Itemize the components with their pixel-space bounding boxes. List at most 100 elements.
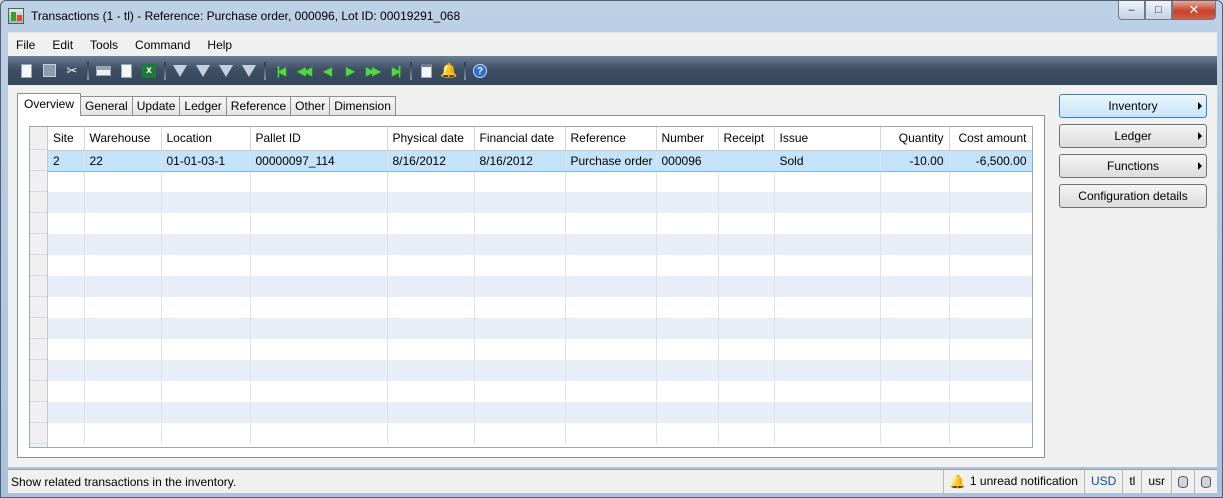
cell-warehouse[interactable]: 22 [84, 149, 162, 172]
row-selector[interactable] [30, 423, 47, 444]
column-header-reference[interactable]: Reference [565, 127, 657, 151]
row-selector[interactable] [30, 192, 47, 213]
last-record-button[interactable]: ▶| [385, 61, 405, 81]
ledger-button[interactable]: Ledger [1059, 124, 1207, 148]
tab-strip: Overview General Update Ledger Reference… [17, 93, 396, 116]
document-handling-button[interactable] [416, 61, 436, 81]
new-button[interactable] [16, 61, 36, 81]
menu-command[interactable]: Command [127, 33, 199, 57]
tab-reference[interactable]: Reference [225, 96, 292, 116]
cell-pallet-id[interactable]: 00000097_114 [250, 149, 388, 172]
functions-button[interactable]: Functions [1059, 154, 1207, 178]
server-icon [1201, 475, 1211, 488]
row-selector[interactable] [30, 402, 47, 423]
previous-record-button[interactable]: ◀ [316, 61, 336, 81]
first-record-icon: |◀ [276, 63, 286, 78]
column-header-receipt[interactable]: Receipt [718, 127, 775, 151]
database-indicator[interactable] [1171, 470, 1194, 493]
column-header-number[interactable]: Number [656, 127, 719, 151]
empty-row [48, 297, 1032, 318]
minimize-button[interactable]: – [1118, 1, 1145, 20]
previous-page-button[interactable]: ◀◀ [293, 61, 313, 81]
inventory-button[interactable]: Inventory [1059, 94, 1207, 118]
column-header-warehouse[interactable]: Warehouse [84, 127, 162, 151]
advanced-filter-button[interactable] [216, 61, 236, 81]
company-indicator[interactable]: tl [1122, 470, 1141, 493]
row-selector[interactable] [30, 360, 47, 381]
action-pane: Inventory Ledger Functions Configuration… [1059, 94, 1207, 214]
submenu-arrow-icon [1198, 102, 1202, 110]
next-record-button[interactable]: ▶ [339, 61, 359, 81]
column-header-physical-date[interactable]: Physical date [387, 127, 475, 151]
tab-other[interactable]: Other [290, 96, 331, 116]
column-header-issue[interactable]: Issue [774, 127, 881, 151]
column-header-location[interactable]: Location [161, 127, 251, 151]
row-selector[interactable] [30, 339, 47, 360]
row-selector[interactable] [30, 255, 47, 276]
alerts-button[interactable]: 🔔 [439, 61, 459, 81]
maximize-button[interactable]: □ [1145, 1, 1172, 20]
maximize-icon: □ [1155, 4, 1162, 16]
cell-site[interactable]: 2 [48, 149, 85, 172]
row-selector[interactable] [30, 171, 47, 192]
help-button[interactable]: ? [470, 61, 490, 81]
next-page-button[interactable]: ▶▶ [362, 61, 382, 81]
filter-by-selection-button[interactable] [193, 61, 213, 81]
cell-quantity[interactable]: -10.00 [880, 149, 950, 172]
currency-indicator[interactable]: USD [1083, 470, 1122, 493]
menu-file[interactable]: File [8, 33, 44, 57]
notification-indicator[interactable]: 🔔 1 unread notification [942, 470, 1084, 493]
menu-help[interactable]: Help [199, 33, 241, 57]
transactions-window: Transactions (1 - tl) - Reference: Purch… [0, 0, 1223, 498]
database-icon [1178, 475, 1188, 488]
table-row[interactable]: 2 22 01-01-03-1 00000097_114 8/16/2012 8… [48, 149, 1032, 172]
user-indicator[interactable]: usr [1141, 470, 1171, 493]
delete-button[interactable]: ✂ [62, 61, 82, 81]
cell-physical-date[interactable]: 8/16/2012 [387, 149, 475, 172]
print-preview-button[interactable] [116, 61, 136, 81]
menu-edit[interactable]: Edit [44, 33, 82, 57]
first-record-button[interactable]: |◀ [270, 61, 290, 81]
column-header-pallet-id[interactable]: Pallet ID [250, 127, 388, 151]
row-selector[interactable] [30, 150, 47, 171]
cell-location[interactable]: 01-01-03-1 [161, 149, 251, 172]
row-selector[interactable] [30, 297, 47, 318]
row-selector[interactable] [30, 234, 47, 255]
save-button[interactable] [39, 61, 59, 81]
cell-financial-date[interactable]: 8/16/2012 [474, 149, 566, 172]
print-preview-icon [120, 63, 132, 78]
toolbar-separator [87, 61, 89, 80]
form-content: Overview General Update Ledger Reference… [8, 85, 1217, 467]
filter-by-field-button[interactable] [170, 61, 190, 81]
export-excel-button[interactable]: x [139, 61, 159, 81]
column-header-financial-date[interactable]: Financial date [474, 127, 566, 151]
filter-icon [173, 64, 187, 77]
menu-tools[interactable]: Tools [82, 33, 127, 57]
row-selector[interactable] [30, 381, 47, 402]
tab-dimension[interactable]: Dimension [329, 96, 396, 116]
print-button[interactable] [93, 61, 113, 81]
close-button[interactable]: ✕ [1172, 1, 1216, 20]
tab-update[interactable]: Update [131, 96, 181, 116]
row-selector[interactable] [30, 276, 47, 297]
row-selector[interactable] [30, 318, 47, 339]
cell-issue[interactable]: Sold [774, 149, 881, 172]
cell-cost-amount[interactable]: -6,500.00 [949, 149, 1032, 172]
cell-reference[interactable]: Purchase order [565, 149, 657, 172]
column-header-cost-amount[interactable]: Cost amount [949, 127, 1032, 151]
remove-filter-button[interactable] [239, 61, 259, 81]
tab-general[interactable]: General [80, 96, 133, 116]
tab-ledger[interactable]: Ledger [179, 96, 227, 116]
column-header-site[interactable]: Site [48, 127, 85, 151]
transactions-grid: Site Warehouse Location Pallet ID Physic… [29, 126, 1033, 448]
tab-overview[interactable]: Overview [17, 93, 82, 116]
column-header-quantity[interactable]: Quantity [880, 127, 950, 151]
server-indicator[interactable] [1194, 470, 1217, 493]
cell-number[interactable]: 000096 [656, 149, 719, 172]
toolbar-separator [164, 61, 166, 80]
empty-row [48, 402, 1032, 423]
overview-panel: Site Warehouse Location Pallet ID Physic… [17, 115, 1045, 458]
cell-receipt[interactable] [718, 149, 775, 172]
row-selector[interactable] [30, 213, 47, 234]
configuration-details-button[interactable]: Configuration details [1059, 184, 1207, 208]
